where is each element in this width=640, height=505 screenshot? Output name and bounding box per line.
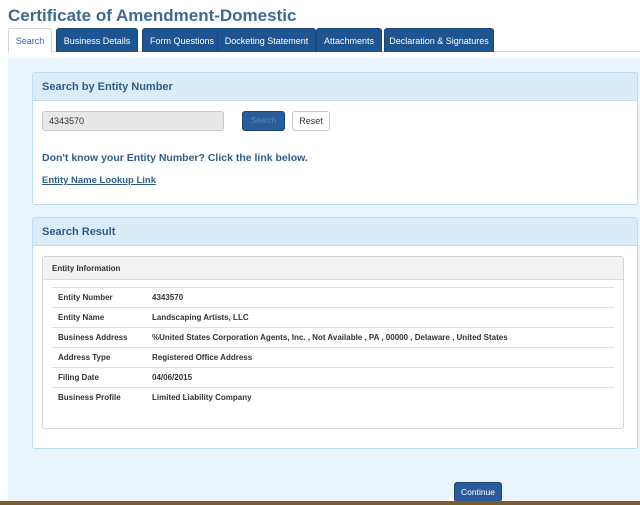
entity-name-lookup-link[interactable]: Entity Name Lookup Link: [42, 175, 156, 186]
tab-search[interactable]: Search: [8, 28, 52, 53]
row-value: %United States Corporation Agents, Inc. …: [146, 327, 614, 348]
row-value: 04/06/2015: [146, 367, 614, 388]
search-panel-heading: Search by Entity Number: [33, 73, 637, 101]
reset-button[interactable]: Reset: [292, 111, 330, 131]
tab-attachments[interactable]: Attachments: [316, 28, 382, 52]
tab-docketing-statement[interactable]: Docketing Statement: [217, 28, 316, 52]
entity-information-table: Entity Number 4343570 Entity Name Landsc…: [52, 287, 614, 408]
table-row: Address Type Registered Office Address: [52, 347, 614, 368]
row-value: Registered Office Address: [146, 347, 614, 368]
row-label: Business Profile: [52, 387, 146, 408]
row-value: 4343570: [146, 287, 614, 308]
table-row: Business Address %United States Corporat…: [52, 327, 614, 348]
row-label: Entity Name: [52, 307, 146, 328]
row-label: Entity Number: [52, 287, 146, 308]
table-row: Entity Name Landscaping Artists, LLC: [52, 307, 614, 328]
main-content: Search by Entity Number 4343570 Search R…: [8, 58, 640, 502]
tab-business-details[interactable]: Business Details: [56, 28, 138, 52]
tab-declaration-signatures[interactable]: Declaration & Signatures: [384, 28, 494, 52]
result-panel-heading: Search Result: [33, 218, 637, 246]
search-panel: Search by Entity Number 4343570 Search R…: [32, 72, 638, 205]
row-label: Filing Date: [52, 367, 146, 388]
tab-form-questions[interactable]: Form Questions: [142, 28, 222, 52]
table-row: Business Profile Limited Liability Compa…: [52, 387, 614, 408]
entity-information-box: Entity Information Entity Number 4343570…: [42, 256, 624, 429]
bottom-divider: [0, 501, 640, 505]
tab-bar: Search Business Details Form Questions D…: [8, 28, 640, 53]
continue-button[interactable]: Continue: [454, 482, 502, 502]
row-label: Address Type: [52, 347, 146, 368]
page-title: Certificate of Amendment-Domestic: [8, 6, 297, 25]
search-button[interactable]: Search: [242, 111, 285, 131]
row-label: Business Address: [52, 327, 146, 348]
table-row: Filing Date 04/06/2015: [52, 367, 614, 388]
entity-number-input[interactable]: 4343570: [42, 111, 224, 131]
help-text: Don't know your Entity Number? Click the…: [42, 152, 308, 164]
result-panel: Search Result Entity Information Entity …: [32, 217, 638, 449]
table-row: Entity Number 4343570: [52, 287, 614, 308]
entity-information-heading: Entity Information: [43, 257, 623, 280]
row-value: Landscaping Artists, LLC: [146, 307, 614, 328]
row-value: Limited Liability Company: [146, 387, 614, 408]
